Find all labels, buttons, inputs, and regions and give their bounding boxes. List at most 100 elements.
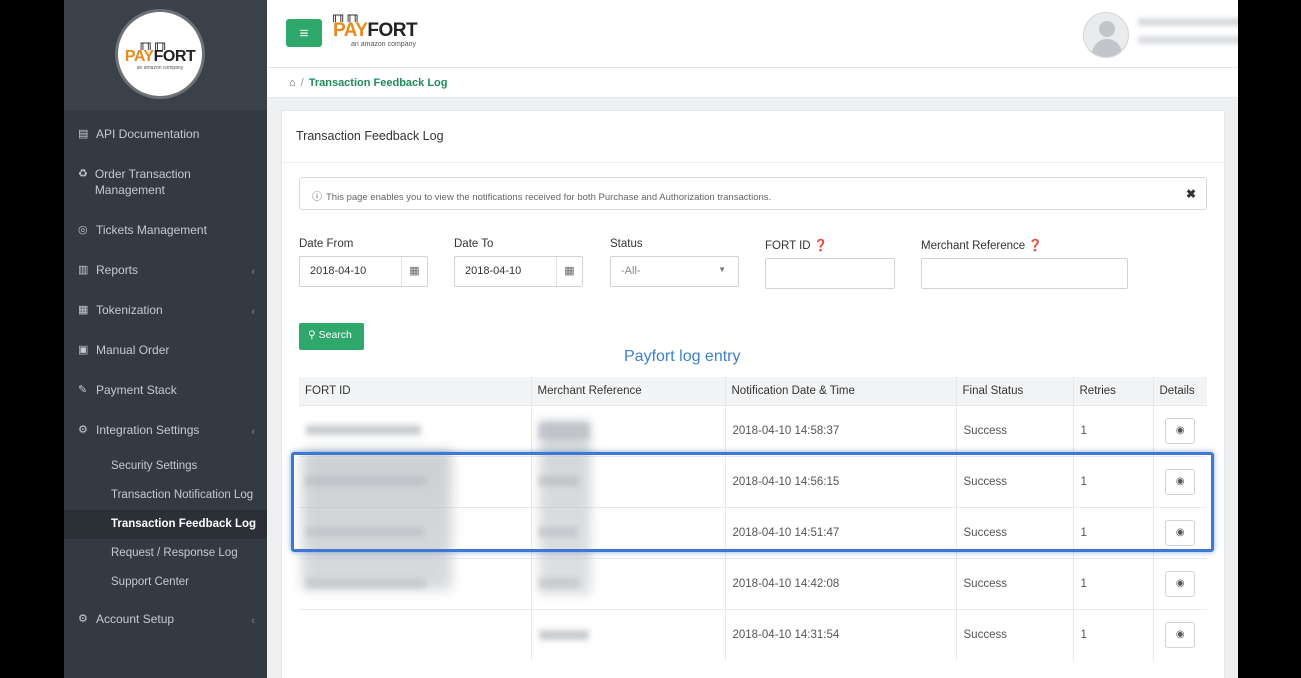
fort-id-input[interactable]: [765, 258, 895, 289]
col-notification-date[interactable]: Notification Date & Time: [725, 377, 957, 405]
book-icon: ▤: [78, 128, 89, 140]
col-retries[interactable]: Retries: [1073, 377, 1154, 405]
status-cell: Success: [956, 404, 1074, 456]
view-details-button[interactable]: ◉: [1165, 417, 1196, 444]
sidebar-item-manual-order[interactable]: ▣ Manual Order: [64, 332, 267, 372]
date-cell: 2018-04-10 14:56:15: [725, 455, 957, 507]
database-icon: ▦: [78, 304, 89, 316]
user-email-redacted: [1138, 36, 1238, 44]
date-cell: 2018-04-10 14:42:08: [725, 557, 957, 609]
eye-icon: ◉: [1175, 527, 1185, 538]
home-icon[interactable]: ⌂: [289, 77, 296, 89]
breadcrumb-current[interactable]: Transaction Feedback Log: [309, 77, 448, 89]
log-entry-title: Payfort log entry: [624, 348, 741, 365]
sidebar-item-order-transaction-management[interactable]: ♻ Order Transaction Management: [64, 156, 267, 212]
eye-icon: ◉: [1175, 425, 1185, 436]
calendar-icon[interactable]: ▦: [556, 257, 582, 286]
retries-cell: 1: [1073, 455, 1154, 507]
fort-id-field: FORT ID ❓: [765, 238, 895, 289]
hamburger-icon: ≡: [299, 24, 309, 42]
date-cell: 2018-04-10 14:51:47: [725, 506, 957, 558]
user-avatar[interactable]: [1083, 12, 1129, 58]
merchant-reference-input[interactable]: [921, 258, 1128, 289]
view-details-button[interactable]: ◉: [1165, 621, 1196, 648]
chart-icon: ▥: [78, 264, 89, 276]
date-cell: 2018-04-10 14:58:37: [725, 404, 957, 456]
sidebar-nav-bottom: ⚙ Account Setup ‹: [64, 597, 267, 641]
calendar-icon[interactable]: ▦: [401, 257, 427, 286]
search-button[interactable]: ⚲ Search: [299, 323, 364, 350]
sidebar-logo-area: ╓╖╓╖ PAYFORT an amazon company: [64, 0, 267, 110]
header-brand-logo[interactable]: ╓╖╓╖ PAYFORT an amazon company: [331, 8, 418, 48]
user-name-redacted[interactable]: [1138, 18, 1238, 26]
lifebuoy-icon: ◎: [78, 224, 88, 236]
date-from-field: Date From 2018-04-10 ▦: [299, 238, 428, 287]
view-details-button[interactable]: ◉: [1165, 570, 1196, 597]
info-circle-icon: ⓘ: [312, 192, 322, 203]
date-cell: 2018-04-10 14:31:54: [725, 608, 957, 660]
castle-icon: ╓╖╓╖: [138, 35, 168, 50]
submenu-security-settings[interactable]: Security Settings: [64, 452, 267, 481]
fort-id-cell-redacted: [299, 404, 532, 456]
integration-settings-submenu: Security Settings Transaction Notificati…: [64, 452, 267, 597]
status-cell: Success: [956, 557, 1074, 609]
sidebar-item-reports[interactable]: ▥ Reports ‹: [64, 252, 267, 292]
top-header: ≡ ╓╖╓╖ PAYFORT an amazon company \: [267, 0, 1238, 68]
cogs-icon: ⚙: [78, 424, 88, 436]
eye-icon: ◉: [1175, 629, 1185, 641]
col-fort-id[interactable]: FORT ID: [299, 377, 532, 405]
sidebar-item-tickets-management[interactable]: ◎ Tickets Management: [64, 212, 267, 252]
redaction-blur: [302, 450, 452, 590]
page-title: Transaction Feedback Log: [282, 111, 1224, 163]
submenu-support-center[interactable]: Support Center: [64, 568, 267, 597]
chevron-left-icon: ‹: [251, 426, 255, 438]
table-row: 2018-04-10 14:58:37 Success 1 ◉: [299, 404, 1207, 456]
status-select[interactable]: -All- ▼: [610, 256, 739, 287]
view-details-button[interactable]: ◉: [1165, 519, 1196, 546]
retries-cell: 1: [1073, 557, 1154, 609]
submenu-transaction-notification-log[interactable]: Transaction Notification Log: [64, 481, 267, 510]
col-merchant-reference[interactable]: Merchant Reference: [531, 377, 726, 405]
merchant-ref-cell-redacted: [531, 608, 726, 660]
table-row: 2018-04-10 14:31:54 Success 1 ◉: [299, 608, 1207, 660]
date-from-input[interactable]: 2018-04-10 ▦: [299, 256, 428, 287]
castle-icon: ╓╖╓╖: [331, 8, 360, 22]
close-icon[interactable]: ✖: [1186, 187, 1196, 201]
merchant-reference-field: Merchant Reference ❓: [921, 238, 1128, 289]
sidebar-item-payment-stack[interactable]: ✎ Payment Stack: [64, 372, 267, 412]
question-circle-icon[interactable]: ❓: [814, 240, 828, 252]
sidebar-nav: ▤ API Documentation ♻ Order Transaction Ma…: [64, 110, 267, 452]
cogs-icon: ⚙: [78, 613, 88, 625]
main-panel: Transaction Feedback Log ⓘ This page enab…: [281, 110, 1225, 678]
sidebar-item-account-setup[interactable]: ⚙ Account Setup ‹: [64, 601, 267, 641]
payfort-logo[interactable]: ╓╖╓╖ PAYFORT an amazon company: [115, 9, 205, 99]
col-details[interactable]: Details: [1153, 377, 1207, 405]
sidebar-item-integration-settings[interactable]: ⚙ Integration Settings ‹: [64, 412, 267, 452]
sidebar: ╓╖╓╖ PAYFORT an amazon company ▤ API Docu…: [64, 0, 267, 678]
submenu-request-response-log[interactable]: Request / Response Log: [64, 539, 267, 568]
question-circle-icon[interactable]: ❓: [1028, 240, 1042, 252]
pencil-icon: ✎: [78, 384, 88, 396]
app-window: ╓╖╓╖ PAYFORT an amazon company ▤ API Docu…: [64, 0, 1238, 678]
sidebar-item-api-documentation[interactable]: ▤ API Documentation: [64, 116, 267, 156]
hamburger-menu-button[interactable]: ≡: [286, 19, 322, 47]
caret-down-icon: ▼: [718, 265, 726, 274]
order-card-icon: ▣: [78, 344, 89, 356]
info-alert: ⓘ This page enables you to view the notif…: [299, 177, 1207, 210]
date-to-input[interactable]: 2018-04-10 ▦: [454, 256, 583, 287]
status-cell: Success: [956, 506, 1074, 558]
redaction-blur: [539, 420, 591, 595]
search-icon: ⚲: [308, 329, 316, 341]
eye-icon: ◉: [1175, 578, 1185, 589]
status-field: Status -All- ▼: [610, 238, 739, 287]
breadcrumb: ⌂ / Transaction Feedback Log: [267, 68, 1238, 98]
eye-icon: ◉: [1175, 476, 1185, 487]
sidebar-item-tokenization[interactable]: ▦ Tokenization ‹: [64, 292, 267, 332]
retries-cell: 1: [1073, 608, 1154, 660]
view-details-button[interactable]: ◉: [1165, 468, 1196, 495]
retries-cell: 1: [1073, 506, 1154, 558]
chevron-left-icon: ‹: [251, 266, 255, 278]
col-final-status[interactable]: Final Status: [956, 377, 1074, 405]
order-icon: ♻: [78, 168, 88, 180]
submenu-transaction-feedback-log[interactable]: Transaction Feedback Log: [64, 510, 267, 539]
